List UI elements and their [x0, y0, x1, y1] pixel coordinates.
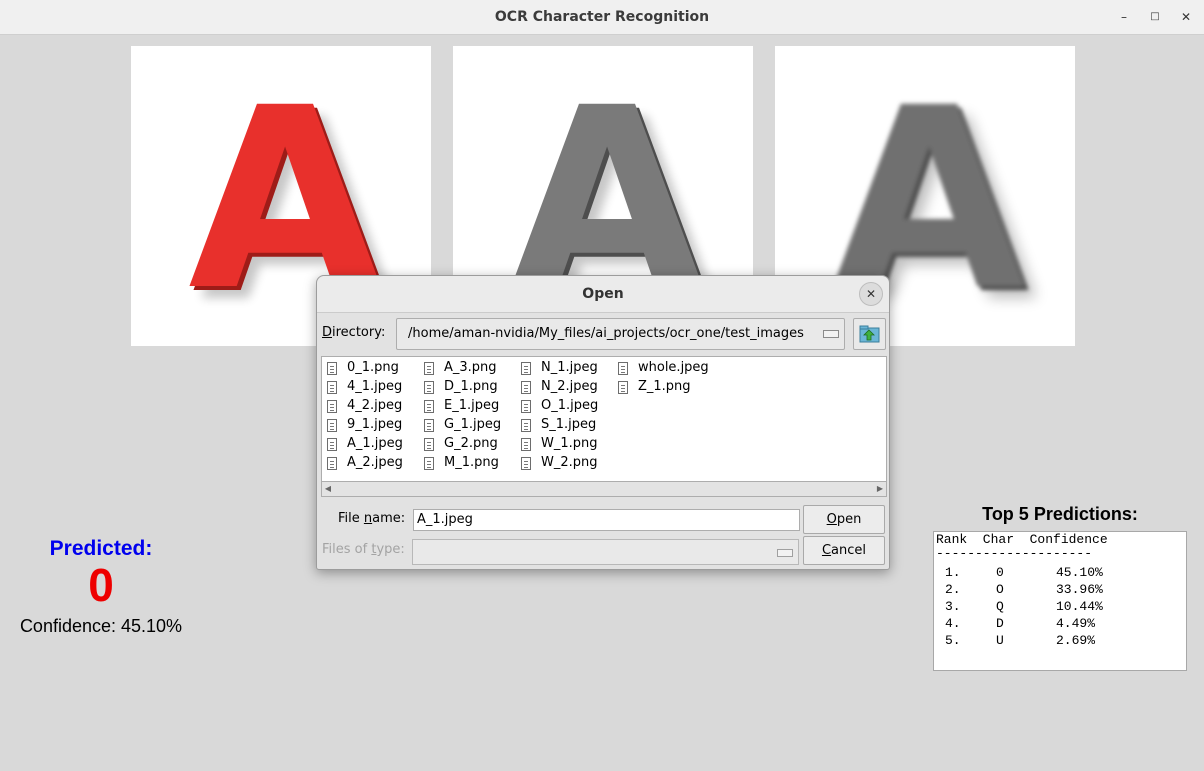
- file-icon: [521, 438, 531, 451]
- title-bar: OCR Character Recognition – □ ✕: [0, 0, 1204, 35]
- dropdown-icon: [777, 549, 793, 557]
- file-icon: [521, 381, 531, 394]
- parent-directory-button[interactable]: [853, 318, 886, 350]
- file-icon: [521, 419, 531, 432]
- file-icon: [327, 419, 337, 432]
- file-name-input[interactable]: A_1.jpeg: [413, 509, 800, 531]
- scroll-left-icon[interactable]: ◀: [323, 482, 333, 496]
- file-icon: [618, 381, 628, 394]
- file-name-label: File name:: [338, 511, 406, 526]
- dialog-close-button[interactable]: ✕: [859, 282, 883, 306]
- files-of-type-label: Files of type:: [322, 542, 405, 557]
- dropdown-icon: [823, 330, 839, 338]
- file-icon: [521, 457, 531, 470]
- file-icon: [424, 381, 434, 394]
- minimize-button[interactable]: –: [1114, 7, 1134, 27]
- folder-up-icon: [859, 325, 880, 343]
- directory-label: Directory:: [322, 325, 386, 340]
- file-icon: [424, 362, 434, 375]
- close-button[interactable]: ✕: [1176, 7, 1196, 27]
- scroll-right-icon[interactable]: ▶: [875, 482, 885, 496]
- top5-list: Rank Char Confidence -------------------…: [933, 531, 1187, 671]
- file-icon: [424, 438, 434, 451]
- predicted-value: 0: [88, 559, 114, 611]
- directory-select[interactable]: /home/aman-nvidia/My_files/ai_projects/o…: [396, 318, 845, 350]
- file-icon: [327, 400, 337, 413]
- directory-path: /home/aman-nvidia/My_files/ai_projects/o…: [408, 326, 804, 341]
- file-icon: [521, 362, 531, 375]
- file-icon: [618, 362, 628, 375]
- file-icon: [327, 438, 337, 451]
- maximize-button[interactable]: □: [1145, 7, 1165, 27]
- confidence-text: Confidence: 45.10%: [19, 616, 183, 636]
- top5-header: Rank Char Confidence: [936, 532, 1108, 547]
- top5-title: Top 5 Predictions:: [982, 504, 1138, 524]
- file-icon: [327, 362, 337, 375]
- file-icon: [424, 400, 434, 413]
- dialog-header: Open ✕: [317, 276, 889, 313]
- horizontal-scrollbar[interactable]: ◀ ▶: [321, 481, 887, 497]
- file-list: 0_1.png 4_1.jpeg 4_2.jpeg 9_1.jpeg A_1.j…: [321, 356, 887, 483]
- top5-divider: --------------------: [936, 546, 1093, 561]
- dialog-title: Open: [582, 286, 624, 302]
- file-icon: [327, 457, 337, 470]
- file-icon: [424, 419, 434, 432]
- file-icon: [521, 400, 531, 413]
- files-of-type-select[interactable]: [412, 539, 799, 565]
- file-icon: [424, 457, 434, 470]
- open-button[interactable]: Open: [803, 505, 885, 534]
- window-title: OCR Character Recognition: [494, 9, 710, 25]
- cancel-button[interactable]: Cancel: [803, 536, 885, 565]
- file-icon: [327, 381, 337, 394]
- open-file-dialog: Open ✕ Directory: /home/aman-nvidia/My_f…: [316, 275, 890, 570]
